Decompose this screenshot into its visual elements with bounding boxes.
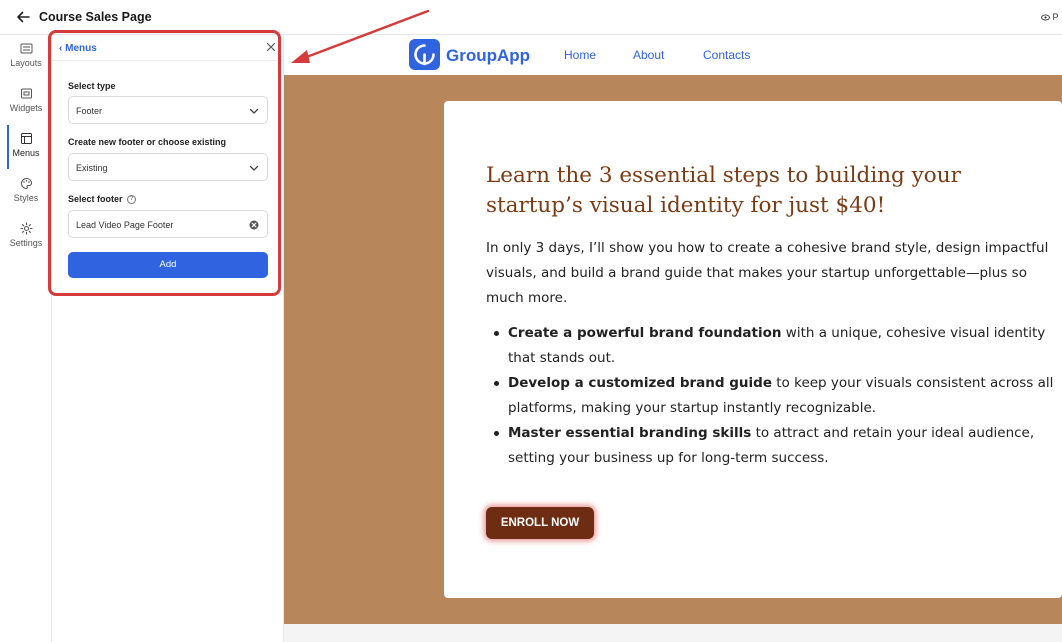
select-footer-dropdown[interactable]: Lead Video Page Footer	[68, 210, 268, 238]
layouts-icon	[20, 43, 32, 54]
chevron-down-icon	[249, 165, 259, 171]
rail-item-layouts[interactable]: Layouts	[0, 42, 52, 68]
back-arrow-icon[interactable]	[14, 8, 32, 26]
page-preview-canvas: GroupApp Home About Contacts Learn the 3…	[284, 35, 1062, 642]
menus-panel: ‹ Menus Select type Footer Create new fo…	[52, 35, 284, 642]
logo-mark-icon	[414, 44, 435, 66]
benefits-list: Create a powerful brand foundation with …	[486, 321, 1056, 471]
gear-icon	[19, 222, 33, 235]
select-footer-label-row: Select footer ?	[68, 194, 137, 205]
select-type-dropdown[interactable]: Footer	[68, 96, 268, 124]
enroll-now-button[interactable]: ENROLL NOW	[486, 507, 594, 539]
panel-header: ‹ Menus	[52, 35, 284, 61]
close-icon[interactable]	[265, 41, 277, 53]
list-item-bold: Create a powerful brand foundation	[508, 325, 782, 341]
hero-card: Learn the 3 essential steps to building …	[444, 101, 1062, 598]
rail-item-label: Menus	[12, 148, 40, 158]
preview-button[interactable]: P	[1041, 12, 1059, 22]
nav-link-contacts[interactable]: Contacts	[703, 48, 750, 62]
eye-icon	[1041, 14, 1050, 21]
choose-existing-value: Existing	[76, 163, 108, 173]
list-item: Develop a customized brand guide to keep…	[486, 371, 1056, 421]
hero-headline: Learn the 3 essential steps to building …	[486, 163, 961, 218]
rail-item-widgets[interactable]: Widgets	[0, 87, 52, 113]
groupapp-logo-icon[interactable]	[409, 39, 440, 70]
choose-existing-label: Create new footer or choose existing	[68, 137, 227, 147]
help-icon[interactable]: ?	[127, 195, 137, 205]
chevron-down-icon	[249, 108, 259, 114]
site-navbar: GroupApp Home About Contacts	[284, 35, 1062, 75]
panel-back-label: Menus	[65, 43, 97, 54]
rail-item-label: Styles	[13, 193, 39, 203]
select-type-label: Select type	[68, 81, 116, 91]
add-button[interactable]: Add	[68, 252, 268, 278]
top-bar: Course Sales Page P	[0, 0, 1062, 35]
nav-link-home[interactable]: Home	[564, 48, 596, 62]
choose-existing-dropdown[interactable]: Existing	[68, 153, 268, 181]
nav-link-about[interactable]: About	[633, 48, 664, 62]
select-footer-value: Lead Video Page Footer	[76, 220, 174, 230]
list-item: Master essential branding skills to attr…	[486, 421, 1056, 471]
rail-item-menus[interactable]: Menus	[0, 132, 52, 158]
list-item-bold: Develop a customized brand guide	[508, 375, 772, 391]
rail-item-settings[interactable]: Settings	[0, 222, 52, 248]
palette-icon	[20, 177, 32, 190]
menus-icon	[20, 133, 32, 144]
widgets-icon	[20, 88, 32, 99]
brand-name[interactable]: GroupApp	[446, 46, 530, 66]
rail-item-label: Widgets	[9, 103, 43, 113]
select-type-value: Footer	[76, 106, 103, 116]
page-title: Course Sales Page	[39, 10, 152, 24]
clear-icon[interactable]	[249, 220, 259, 230]
chevron-left-icon: ‹	[59, 43, 63, 54]
panel-back-button[interactable]: ‹ Menus	[59, 43, 97, 54]
preview-label: P	[1052, 12, 1059, 22]
hero-intro: In only 3 days, I’ll show you how to cre…	[486, 240, 1049, 306]
list-item: Create a powerful brand foundation with …	[486, 321, 1056, 371]
rail-item-label: Settings	[9, 238, 43, 248]
left-rail: Layouts Widgets Menus Styles Settings	[0, 35, 52, 642]
rail-item-label: Layouts	[10, 58, 42, 68]
list-item-bold: Master essential branding skills	[508, 425, 752, 441]
rail-item-styles[interactable]: Styles	[0, 177, 52, 203]
select-footer-label: Select footer	[68, 194, 123, 204]
